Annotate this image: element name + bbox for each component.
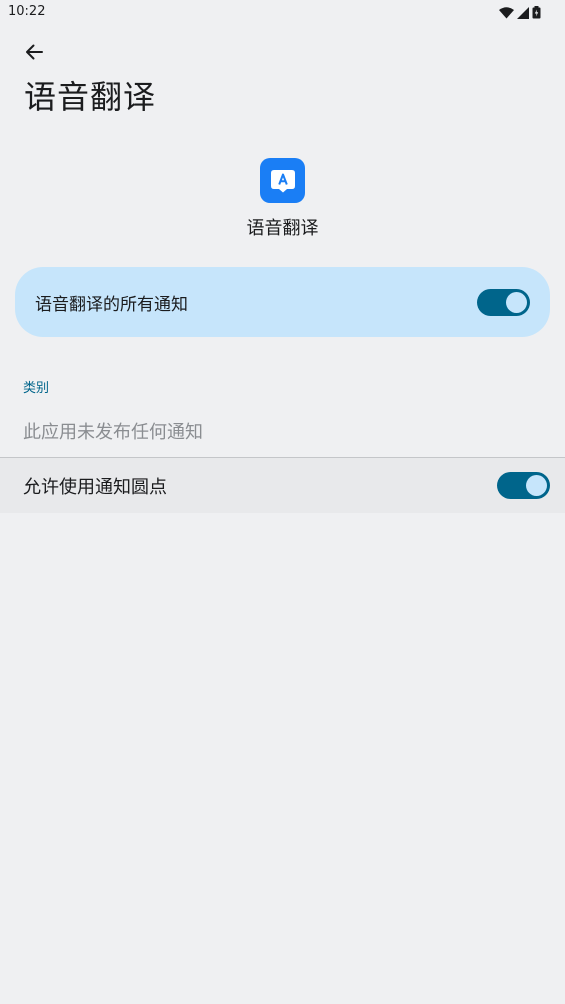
notification-dots-switch[interactable] [497, 472, 550, 499]
notification-dots-label: 允许使用通知圆点 [23, 476, 167, 498]
switch-thumb [526, 475, 547, 496]
page-title: 语音翻译 [24, 78, 157, 116]
arrow-back-icon [25, 43, 43, 65]
all-notifications-switch[interactable] [477, 288, 530, 316]
all-notifications-label: 语音翻译的所有通知 [35, 294, 188, 315]
switch-thumb [506, 291, 527, 313]
notification-dots-row[interactable]: 允许使用通知圆点 [0, 458, 565, 513]
status-time: 10:22 [8, 4, 46, 19]
translate-app-icon [260, 158, 305, 203]
status-bar: 10:22 [0, 0, 565, 24]
battery-icon [532, 4, 541, 23]
no-categories-text: 此应用未发布任何通知 [23, 422, 203, 443]
cell-signal-icon [517, 4, 529, 23]
back-button[interactable] [18, 38, 50, 70]
app-name: 语音翻译 [246, 218, 319, 239]
wifi-icon [499, 4, 514, 23]
app-header: 语音翻译 [0, 158, 565, 240]
all-notifications-toggle-row[interactable]: 语音翻译的所有通知 [15, 267, 550, 337]
categories-header: 类别 [23, 381, 50, 396]
status-icons [499, 4, 541, 23]
